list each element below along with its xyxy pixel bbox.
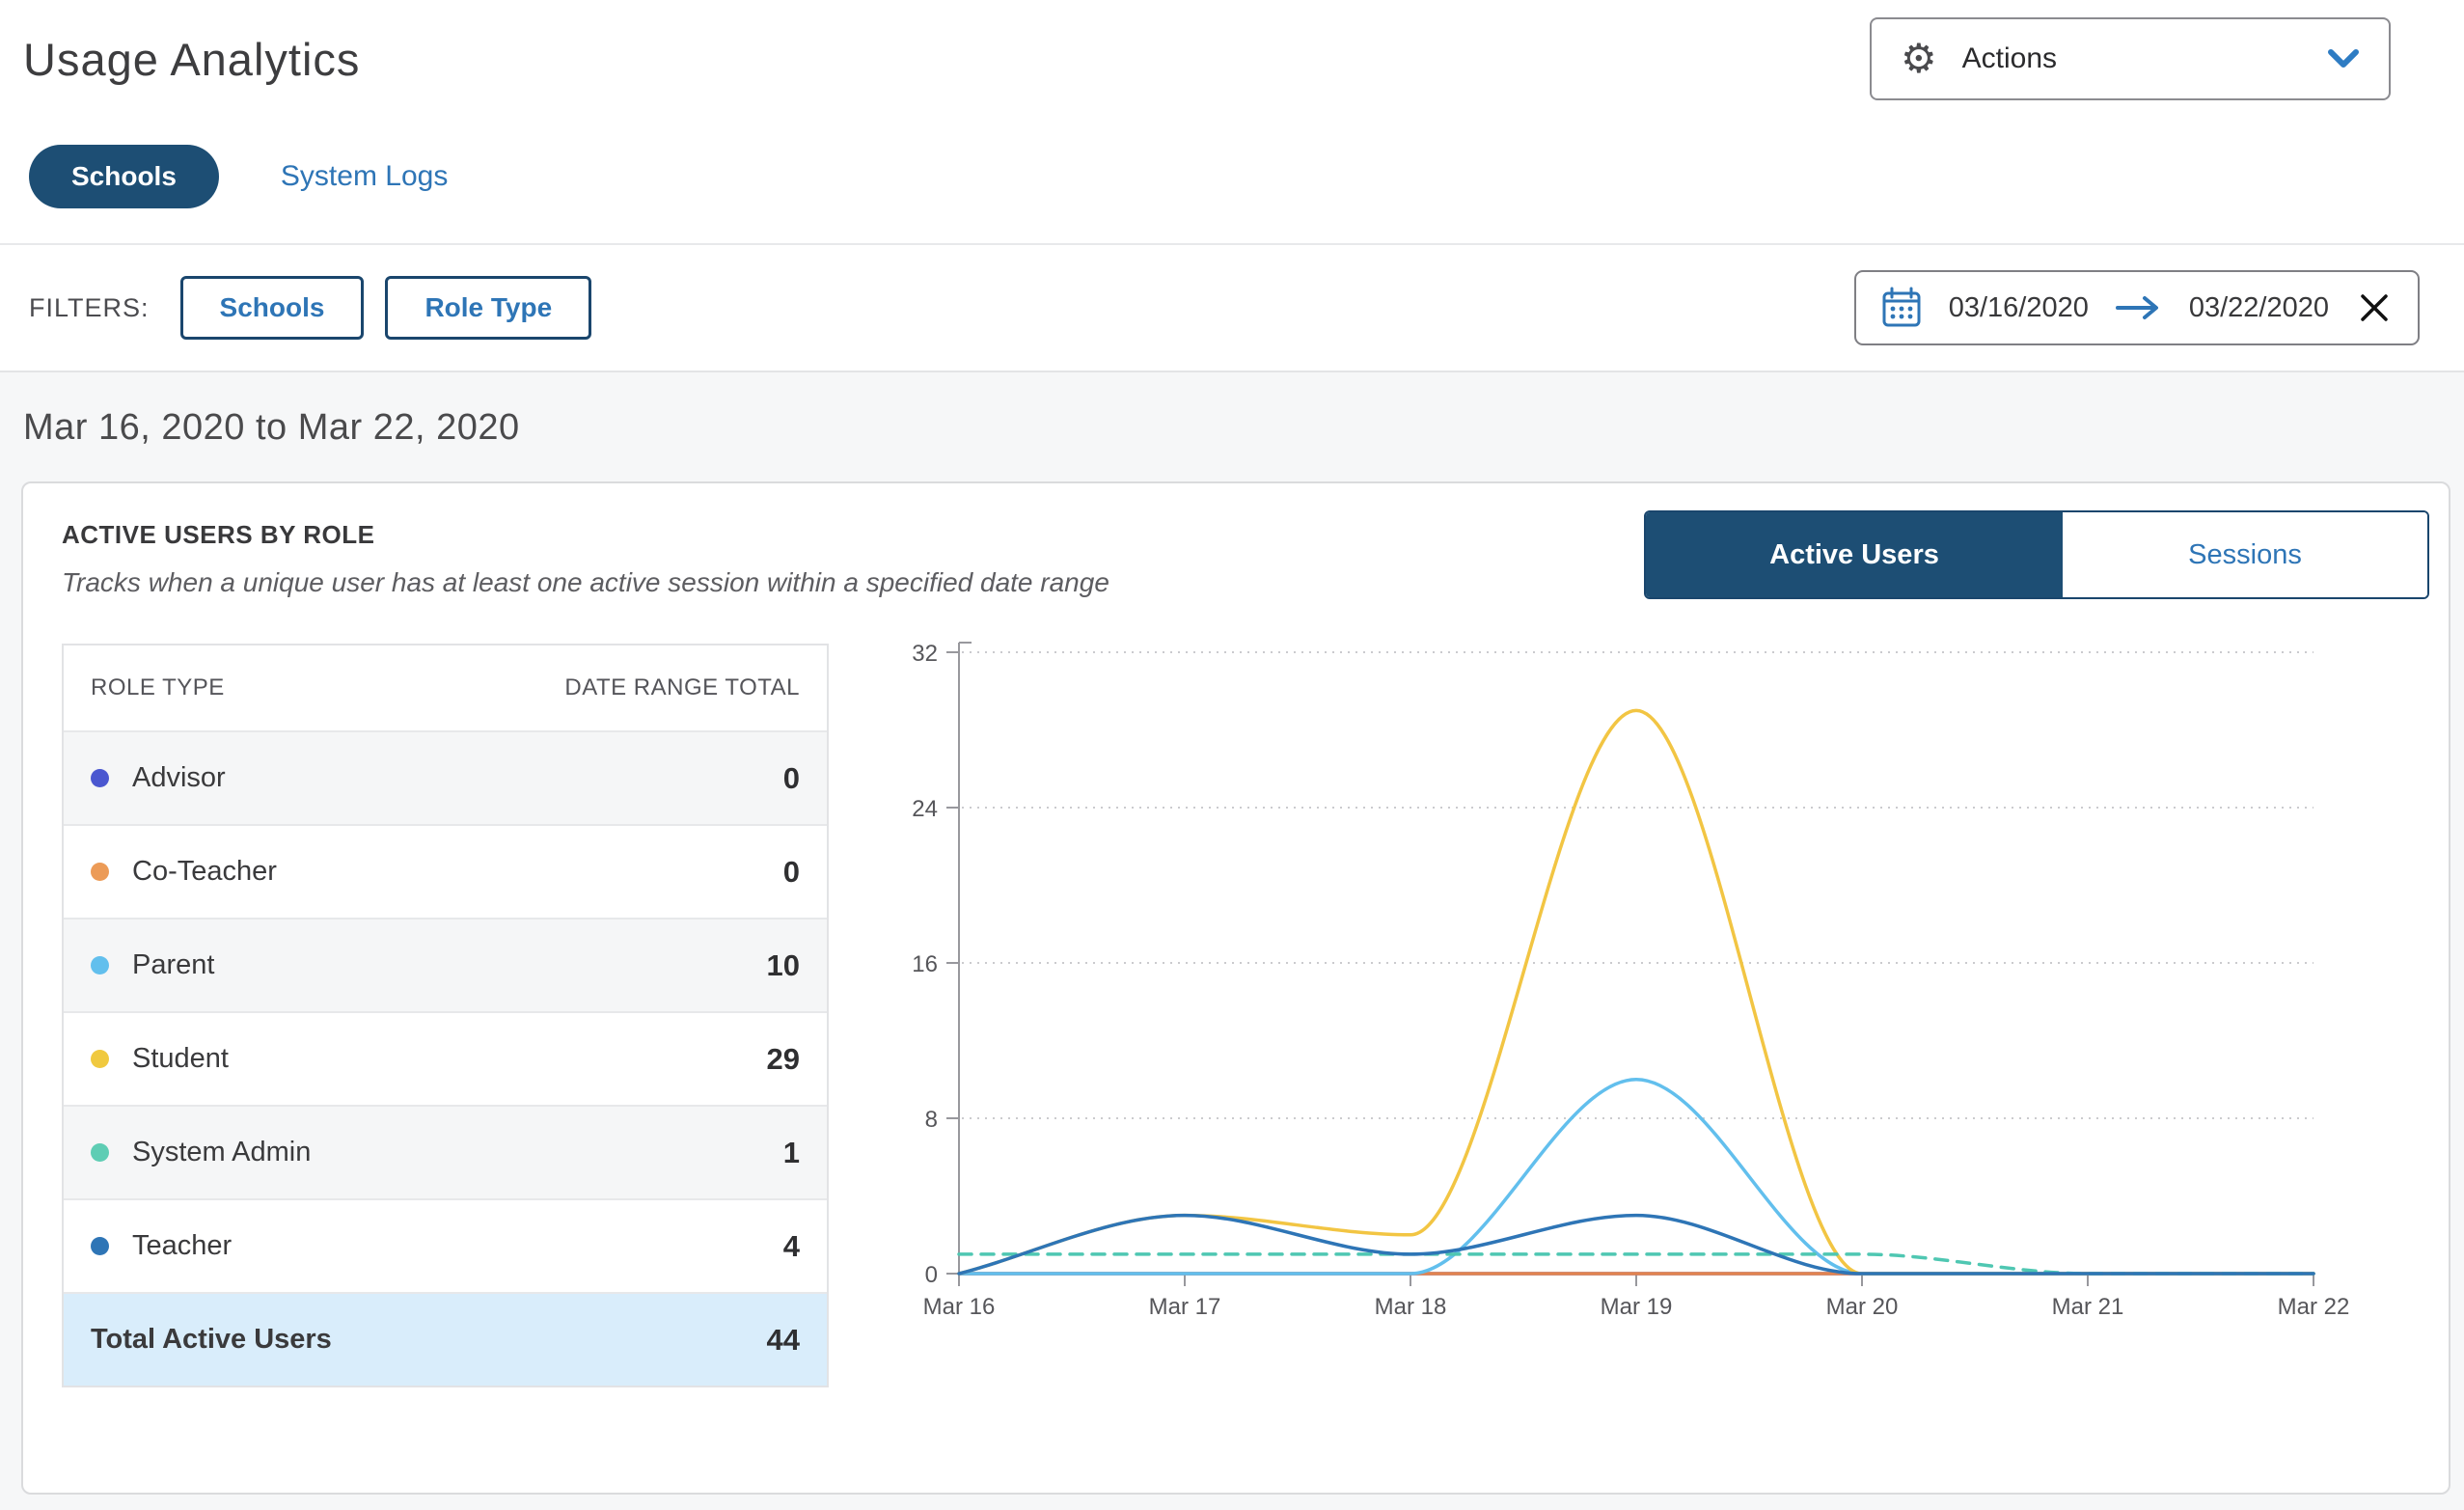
table-row: System Admin 1 [64,1105,827,1198]
role-table: ROLE TYPE DATE RANGE TOTAL Advisor0Co-Te… [62,644,829,1387]
filter-role-type-button[interactable]: Role Type [385,276,591,340]
total-value: 44 [767,1323,800,1358]
role-label: System Admin [132,1137,311,1168]
role-color-dot [91,1237,109,1255]
svg-text:Mar 22: Mar 22 [2278,1294,2350,1320]
column-date-range-total: DATE RANGE TOTAL [564,674,800,701]
svg-text:Mar 19: Mar 19 [1601,1294,1673,1320]
svg-text:16: 16 [912,951,938,977]
filters-label: FILTERS: [29,293,150,323]
svg-text:Mar 16: Mar 16 [923,1294,996,1320]
toggle-active-users[interactable]: Active Users [1646,512,2063,597]
actions-button[interactable]: ⚙ Actions [1870,17,2391,100]
svg-text:24: 24 [912,796,938,822]
table-row: Co-Teacher 0 [64,824,827,918]
table-row: Parent 10 [64,918,827,1011]
date-end-value[interactable]: 03/22/2020 [2189,292,2329,324]
card-header: ACTIVE USERS BY ROLE Tracks when a uniqu… [62,510,2429,599]
filter-schools-button[interactable]: Schools [180,276,365,340]
chevron-down-icon [2327,48,2360,69]
actions-button-label: Actions [1962,42,2057,75]
svg-text:Mar 20: Mar 20 [1826,1294,1899,1320]
role-total-value: 0 [783,855,800,890]
svg-text:Mar 21: Mar 21 [2052,1294,2124,1320]
role-label: Co-Teacher [132,856,277,888]
table-row: Teacher 4 [64,1198,827,1292]
date-range-picker[interactable]: 03/16/2020 03/22/2020 [1854,270,2420,345]
date-range-heading: Mar 16, 2020 to Mar 22, 2020 [23,407,2450,449]
table-row: Student 29 [64,1011,827,1105]
gear-icon: ⚙ [1901,39,1937,79]
card-title: ACTIVE USERS BY ROLE [62,520,1109,550]
role-total-value: 0 [783,761,800,796]
column-role-type: ROLE TYPE [91,674,225,701]
tab-schools[interactable]: Schools [29,145,219,208]
chart-container: 0 8 16 24 32 Mar 16 Mar 17 Mar 18 Mar 19 Mar 20 Ma… [897,623,2373,1387]
card-body: ROLE TYPE DATE RANGE TOTAL Advisor0Co-Te… [62,644,2429,1387]
table-total-row: Total Active Users 44 [64,1292,827,1386]
svg-text:32: 32 [912,641,938,667]
role-color-dot [91,956,109,975]
close-icon [2358,291,2391,324]
table-row: Advisor 0 [64,730,827,824]
role-color-dot [91,1143,109,1162]
role-label: Teacher [132,1230,232,1262]
date-start-value[interactable]: 03/16/2020 [1949,292,2089,324]
page-title: Usage Analytics [23,33,360,86]
total-label: Total Active Users [91,1324,332,1356]
clear-date-range-button[interactable] [2356,289,2393,326]
role-color-dot [91,769,109,787]
role-total-value: 4 [783,1229,800,1264]
role-color-dot [91,1050,109,1068]
role-total-value: 10 [767,948,800,983]
role-color-dot [91,863,109,881]
top-bar: Usage Analytics ⚙ Actions [0,0,2464,100]
svg-text:Mar 17: Mar 17 [1149,1294,1221,1320]
calendar-icon [1881,287,1922,329]
table-rows: Advisor 0 Co-Teacher 0 Parent 10 Student 29 Syst… [64,730,827,1292]
svg-text:8: 8 [925,1107,938,1133]
tab-bar: Schools System Logs [29,145,2464,208]
table-header-row: ROLE TYPE DATE RANGE TOTAL [64,645,827,730]
role-total-value: 1 [783,1136,800,1170]
toggle-sessions[interactable]: Sessions [2063,512,2427,597]
role-label: Student [132,1043,229,1075]
role-label: Parent [132,949,214,981]
role-total-value: 29 [767,1042,800,1077]
role-label: Advisor [132,762,226,794]
arrow-right-icon [2116,295,2162,320]
svg-text:Mar 18: Mar 18 [1375,1294,1447,1320]
filter-bar: FILTERS: Schools Role Type 03/16/2020 03… [0,245,2464,371]
content-area: Mar 16, 2020 to Mar 22, 2020 ACTIVE USER… [0,371,2464,1510]
view-toggle: Active Users Sessions [1644,510,2429,599]
card-subtitle: Tracks when a unique user has at least o… [62,567,1109,598]
svg-text:0: 0 [925,1262,938,1288]
active-users-card: ACTIVE USERS BY ROLE Tracks when a uniqu… [21,481,2450,1495]
usage-line-chart: 0 8 16 24 32 Mar 16 Mar 17 Mar 18 Mar 19 Mar 20 Ma… [897,623,2373,1357]
tab-system-logs[interactable]: System Logs [281,160,448,193]
